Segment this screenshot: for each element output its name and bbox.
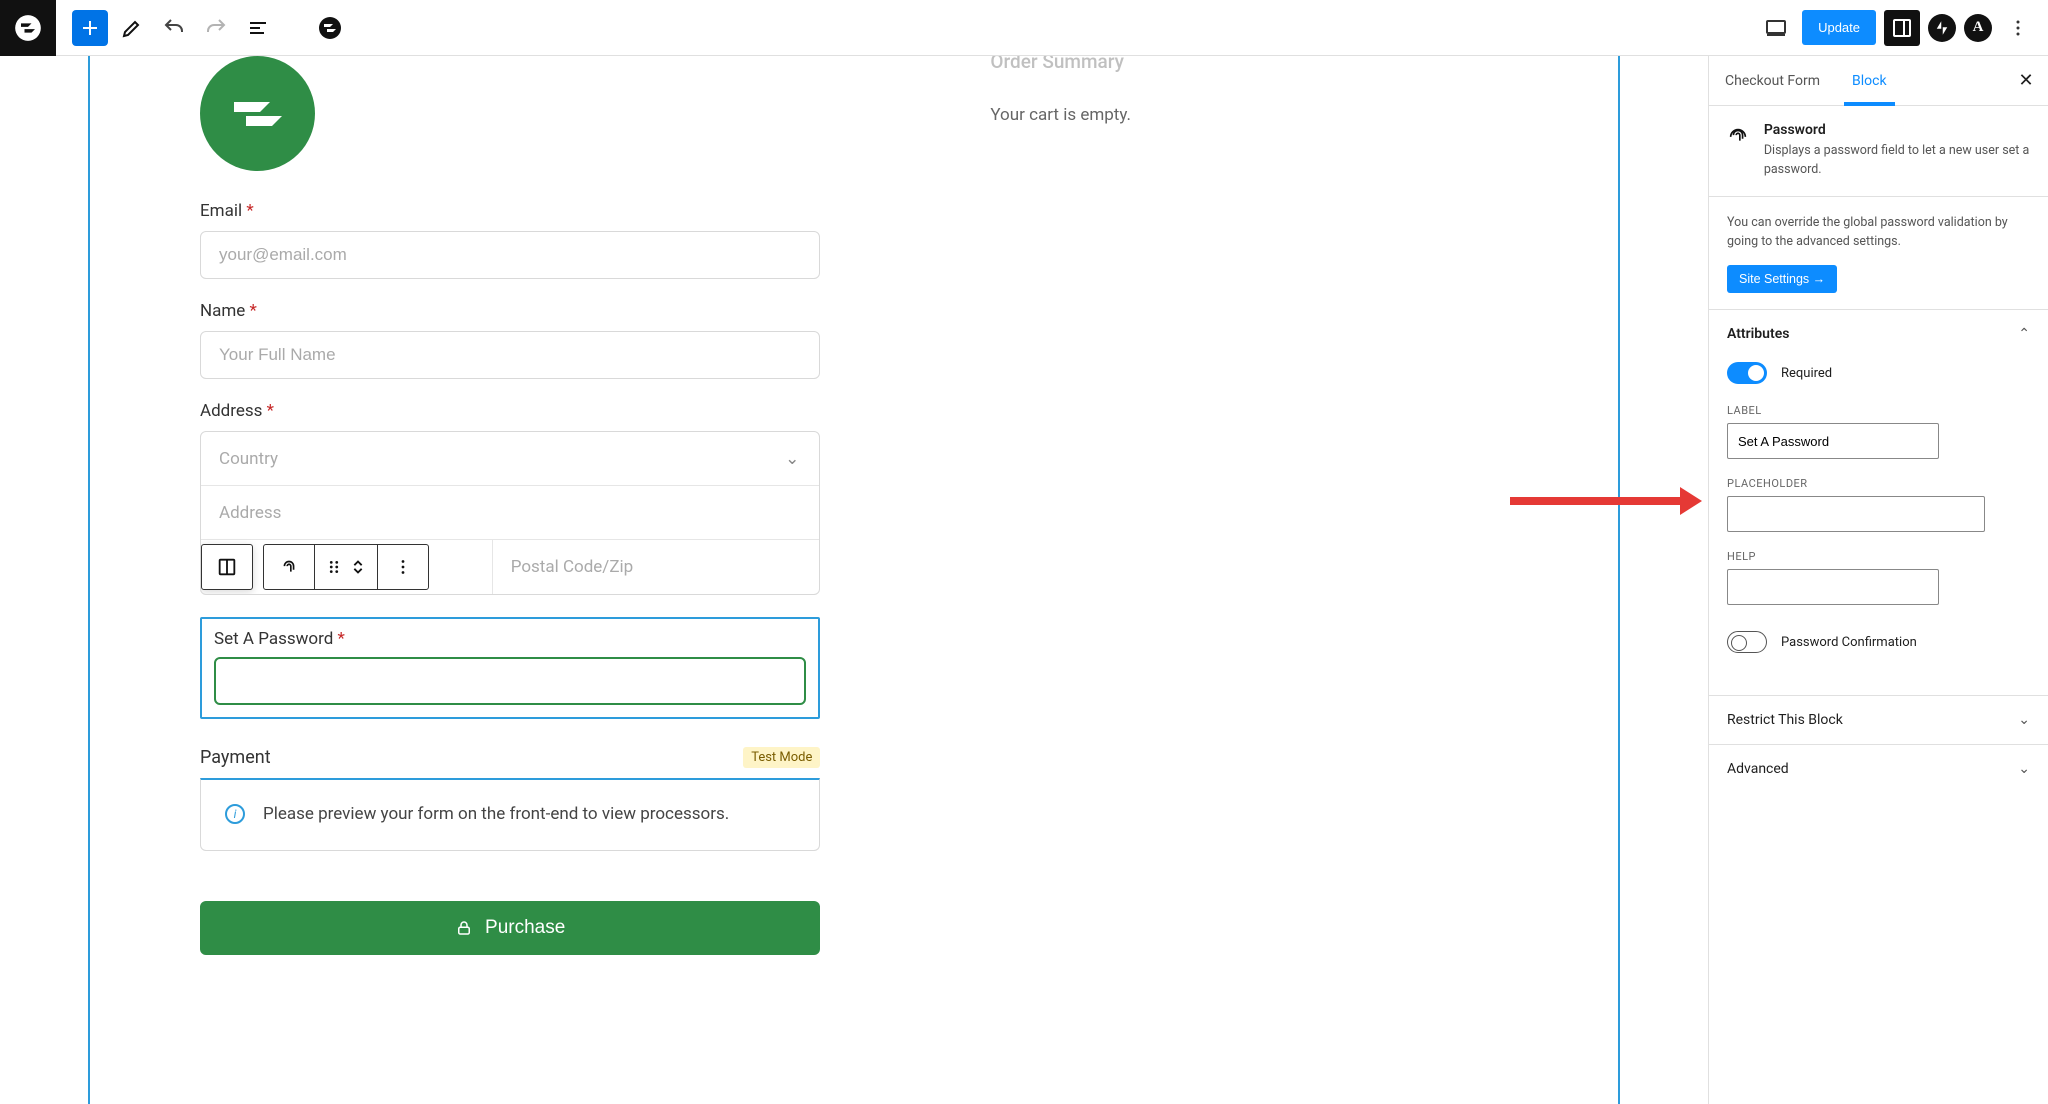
- postal-input[interactable]: Postal Code/Zip: [493, 540, 820, 594]
- name-field-block[interactable]: Name *: [200, 301, 820, 379]
- update-button[interactable]: Update: [1802, 10, 1876, 45]
- city-input[interactable]: [201, 540, 493, 594]
- required-asterisk: *: [246, 201, 253, 221]
- advanced-title: Advanced: [1727, 761, 1789, 777]
- add-block-button[interactable]: [72, 10, 108, 46]
- required-toggle[interactable]: [1727, 362, 1767, 384]
- attributes-title: Attributes: [1727, 326, 1789, 342]
- address-label: Address: [200, 401, 262, 421]
- fingerprint-icon[interactable]: [264, 545, 315, 589]
- block-description-section: Password Displays a password field to le…: [1709, 106, 2048, 197]
- close-sidebar-button[interactable]: ✕: [2004, 56, 2048, 105]
- kebab-menu-button[interactable]: [2000, 10, 2036, 46]
- settings-panel-button[interactable]: [1884, 10, 1920, 46]
- fingerprint-icon: [1727, 122, 1750, 150]
- order-summary-title: Order Summary: [990, 56, 1124, 73]
- purchase-button[interactable]: Purchase: [200, 901, 820, 955]
- test-mode-badge: Test Mode: [743, 747, 820, 768]
- attributes-body: Required LABEL PLACEHOLDER HELP Password…: [1709, 344, 2048, 695]
- chevron-down-icon: ⌄: [2018, 761, 2030, 777]
- undo-button[interactable]: [156, 10, 192, 46]
- email-label: Email: [200, 201, 242, 221]
- block-title: Password: [1764, 122, 2030, 138]
- help-field-label: HELP: [1727, 550, 2030, 563]
- required-asterisk: *: [338, 629, 345, 649]
- store-logo: [200, 56, 315, 171]
- password-block-selected[interactable]: Set A Password *: [200, 617, 820, 719]
- document-overview-button[interactable]: [240, 10, 276, 46]
- preview-desktop-icon[interactable]: [1758, 10, 1794, 46]
- address-placeholder: Address: [219, 503, 281, 523]
- parent-block-button[interactable]: [202, 545, 252, 589]
- jetpack-icon[interactable]: [1928, 14, 1956, 42]
- email-input[interactable]: [200, 231, 820, 279]
- info-icon: i: [225, 804, 245, 824]
- payment-label: Payment: [200, 747, 271, 768]
- chevron-down-icon: ⌄: [2018, 712, 2030, 728]
- label-field-label: LABEL: [1727, 404, 2030, 417]
- required-asterisk: *: [250, 301, 257, 321]
- required-label: Required: [1781, 366, 1832, 381]
- settings-sidebar: Checkout Form Block ✕ Password Displays …: [1708, 56, 2048, 1104]
- override-note-section: You can override the global password val…: [1709, 197, 2048, 311]
- placeholder-field-label: PLACEHOLDER: [1727, 477, 2030, 490]
- block-description: Displays a password field to let a new u…: [1764, 142, 2030, 180]
- password-label: Set A Password: [214, 629, 333, 649]
- surecart-icon[interactable]: [312, 10, 348, 46]
- tab-block[interactable]: Block: [1836, 56, 1903, 105]
- override-note: You can override the global password val…: [1727, 213, 2030, 252]
- tab-checkout-form[interactable]: Checkout Form: [1709, 56, 1836, 105]
- restrict-block-section[interactable]: Restrict This Block ⌄: [1709, 695, 2048, 744]
- address-field-block[interactable]: Address * Country ⌄ Address: [200, 401, 820, 595]
- chevron-down-icon: ⌄: [785, 449, 799, 469]
- password-confirmation-toggle[interactable]: [1727, 631, 1767, 653]
- label-input[interactable]: [1727, 423, 1939, 459]
- required-asterisk: *: [267, 401, 274, 421]
- advanced-section[interactable]: Advanced ⌄: [1709, 744, 2048, 793]
- cart-empty-text: Your cart is empty.: [990, 105, 1578, 125]
- drag-handle-button[interactable]: [315, 545, 378, 589]
- block-toolbar[interactable]: [201, 544, 253, 590]
- password-confirmation-label: Password Confirmation: [1781, 635, 1917, 650]
- site-settings-button[interactable]: Site Settings →: [1727, 265, 1837, 293]
- help-input[interactable]: [1727, 569, 1939, 605]
- block-more-button[interactable]: [378, 545, 428, 589]
- placeholder-input[interactable]: [1727, 496, 1985, 532]
- attributes-section-toggle[interactable]: Attributes ⌃: [1727, 326, 2030, 342]
- name-input[interactable]: [200, 331, 820, 379]
- block-toolbar-group[interactable]: [263, 544, 429, 590]
- editor-canvas[interactable]: Email * Name * Address * Country ⌄: [0, 56, 1708, 1104]
- purchase-label: Purchase: [485, 917, 565, 939]
- payment-message: Please preview your form on the front-en…: [263, 802, 729, 828]
- editor-topbar: Update A: [0, 0, 2048, 56]
- restrict-block-title: Restrict This Block: [1727, 712, 1843, 728]
- app-logo[interactable]: [0, 0, 56, 56]
- password-input[interactable]: [214, 657, 806, 705]
- astra-icon[interactable]: A: [1964, 14, 1992, 42]
- name-label: Name: [200, 301, 245, 321]
- country-placeholder: Country: [219, 449, 278, 469]
- email-field-block[interactable]: Email *: [200, 201, 820, 279]
- address-line-input[interactable]: Address: [201, 486, 819, 540]
- redo-button[interactable]: [198, 10, 234, 46]
- chevron-up-icon: ⌃: [2018, 326, 2030, 342]
- payment-block[interactable]: Payment Test Mode i Please preview your …: [200, 747, 820, 851]
- postal-placeholder: Postal Code/Zip: [511, 557, 634, 577]
- edit-mode-button[interactable]: [114, 10, 150, 46]
- country-select[interactable]: Country ⌄: [201, 432, 819, 486]
